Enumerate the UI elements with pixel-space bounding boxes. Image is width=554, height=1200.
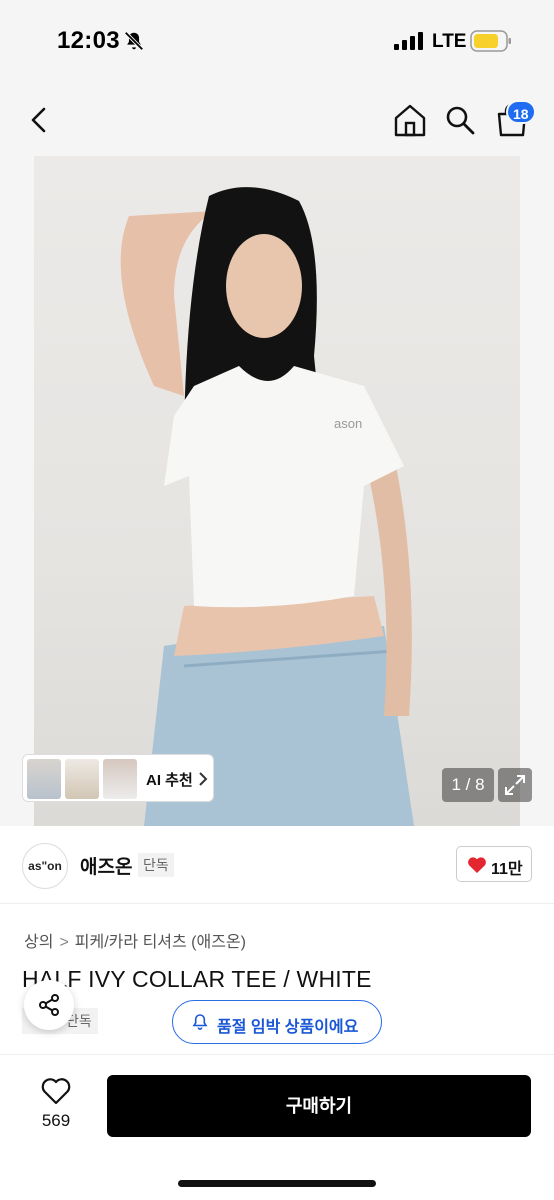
chevron-right-icon (199, 772, 208, 786)
restock-label: 품절 임박 상품이에요 (217, 1019, 359, 1036)
bottom-action-bar: 569 구매하기 (0, 1054, 554, 1200)
gallery-page-counter: 1 / 8 (442, 768, 494, 802)
share-icon (39, 994, 59, 1016)
heart-filled-icon (468, 857, 486, 873)
wishlist-count: 569 (41, 1111, 71, 1130)
app-header (0, 80, 554, 156)
home-indicator[interactable] (178, 1180, 376, 1187)
breadcrumb: 상의 > 피케/카라 티셔츠 (애즈온) (24, 928, 246, 952)
bell-icon (192, 1014, 208, 1030)
breadcrumb-separator: > (59, 934, 69, 951)
product-title: HALF IVY COLLAR TEE / WHITE (22, 966, 372, 992)
restock-alert-button[interactable]: 품절 임박 상품이에요 (172, 1000, 382, 1044)
cart-count-badge: 18 (506, 100, 536, 124)
thumbnail-3[interactable] (103, 759, 137, 799)
share-button[interactable] (24, 980, 74, 1030)
back-arrow-icon[interactable] (24, 104, 56, 136)
battery-icon (470, 30, 511, 52)
brand-name[interactable]: 애즈온 (80, 852, 132, 879)
breadcrumb-item[interactable]: 피케/카라 티셔츠 (애즈온) (75, 928, 246, 952)
home-icon[interactable] (392, 102, 428, 138)
ai-recommend-label[interactable]: AI 추천 (146, 769, 193, 790)
svg-text:ason: ason (334, 416, 362, 431)
network-label: LTE (432, 31, 467, 52)
signal-icon (394, 32, 423, 50)
expand-icon[interactable] (498, 768, 532, 802)
search-icon[interactable] (444, 104, 476, 136)
model-photo-illustration: ason (120, 187, 414, 826)
brand-like-button[interactable]: 11만 (456, 846, 532, 882)
brand-row: as"on 애즈온 단독 11만 (0, 826, 554, 904)
product-gallery[interactable]: ason (0, 156, 554, 826)
thumbnail-1[interactable] (27, 759, 61, 799)
wishlist-button[interactable]: 569 (30, 1077, 82, 1137)
brand-logo[interactable]: as"on (22, 843, 68, 889)
bell-off-icon (124, 31, 144, 51)
status-time: 12:03 (57, 27, 120, 54)
buy-button[interactable]: 구매하기 (107, 1075, 531, 1137)
product-photo[interactable]: ason (34, 156, 520, 826)
thumbnail-2[interactable] (65, 759, 99, 799)
exclusive-badge: 단독 (138, 853, 174, 877)
status-bar: 12:03 LTE (0, 0, 554, 80)
heart-outline-icon (41, 1078, 71, 1105)
brand-like-count: 11만 (491, 861, 523, 878)
breadcrumb-item[interactable]: 상의 (24, 928, 53, 952)
